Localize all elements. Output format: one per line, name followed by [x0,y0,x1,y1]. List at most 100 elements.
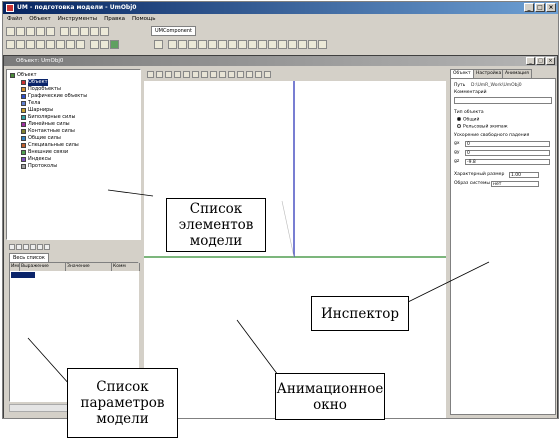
params-edit-icon[interactable] [16,244,22,250]
copy-icon[interactable] [26,40,35,49]
params-sort-icon[interactable] [44,244,50,250]
tree-item[interactable]: Тела [21,100,40,107]
tree-item[interactable]: Общие силы [21,135,61,142]
object-close-button[interactable]: × [546,57,555,65]
zoom-in-icon[interactable] [192,71,199,78]
open-file-icon[interactable] [16,27,25,36]
minimize-button[interactable]: _ [524,3,534,12]
joint-tool-icon[interactable] [178,40,187,49]
zoom-out-icon[interactable] [201,71,208,78]
tree-item[interactable]: Объект [21,79,48,86]
chart-icon[interactable] [90,27,99,36]
tree-item[interactable]: Протоколы [21,163,57,170]
tree-item[interactable]: Графические объекты [21,93,87,100]
tab-settings[interactable]: Настройка [473,69,505,78]
tree-item[interactable]: Шарниры [21,107,53,114]
axes-icon[interactable] [219,71,226,78]
properties-icon[interactable] [76,40,85,49]
undo-icon[interactable] [46,40,55,49]
dropdown-icon[interactable] [100,27,109,36]
menu-help[interactable]: Помощь [132,14,155,24]
gy-field[interactable]: 0 [465,150,550,156]
build-icon[interactable] [90,40,99,49]
tree-item[interactable]: Объект [10,72,37,79]
menu-edit[interactable]: Правка [104,14,125,24]
six-dof-icon[interactable] [218,40,227,49]
pointer-icon[interactable] [154,40,163,49]
compile-icon[interactable] [100,40,109,49]
pan-icon[interactable] [174,71,181,78]
tree-item[interactable]: Линейные силы [21,121,70,128]
tree-item[interactable]: Внешние связи [21,149,68,156]
object-minimize-button[interactable]: _ [526,57,535,65]
tree-item[interactable]: Подобъекты [21,86,61,93]
params-add-icon[interactable] [9,244,15,250]
maximize-button[interactable]: □ [535,3,545,12]
menu-object[interactable]: Объект [29,14,51,24]
save-icon[interactable] [26,27,35,36]
translational-joint-icon[interactable] [198,40,207,49]
view-options-icon[interactable] [255,71,262,78]
tree-item[interactable]: Специальные силы [21,142,79,149]
grid-icon[interactable] [70,27,79,36]
window-icon[interactable] [60,27,69,36]
generalized-joint-icon[interactable] [208,40,217,49]
comment-field[interactable] [454,97,552,104]
tree-item[interactable]: Контактные силы [21,128,75,135]
color-icon[interactable] [246,71,253,78]
params-up-icon[interactable] [30,244,36,250]
render-icon[interactable] [264,71,271,78]
tree-item[interactable]: Индексы [21,156,51,163]
column-comment[interactable]: Комм [112,263,140,271]
radio-general[interactable]: Общий [457,117,479,124]
special-force-icon[interactable] [278,40,287,49]
menu-tools[interactable]: Инструменты [58,14,97,24]
component-tab[interactable]: UMComponent [151,26,197,36]
gz-field[interactable]: -9.8 [465,159,550,165]
column-value[interactable]: Значение [66,263,112,271]
tool-icon[interactable] [318,40,327,49]
close-button[interactable]: × [546,3,556,12]
char-size-field[interactable]: 1.00 [509,172,539,178]
fit-icon[interactable] [210,71,217,78]
rotate-icon[interactable] [165,71,172,78]
column-name[interactable]: Имя [10,263,20,271]
tab-animation[interactable]: Анимация [502,69,532,78]
print-icon[interactable] [46,27,55,36]
camera-icon[interactable] [80,27,89,36]
body-tool-icon[interactable] [168,40,177,49]
delete-icon[interactable] [66,40,75,49]
select-body-icon[interactable] [156,71,163,78]
step-back-icon[interactable] [6,40,15,49]
column-expression[interactable]: Выражение [20,263,66,271]
view-menu-icon[interactable] [147,71,154,78]
object-maximize-button[interactable]: □ [536,57,545,65]
sensor-icon[interactable] [308,40,317,49]
selected-cell[interactable] [11,272,35,278]
zoom-icon[interactable] [183,71,190,78]
save-as-icon[interactable] [36,27,45,36]
radio-rail[interactable]: Рельсовый экипаж [457,124,508,131]
menu-file[interactable]: Файл [7,14,22,24]
redo-icon[interactable] [56,40,65,49]
light-icon[interactable] [237,71,244,78]
gx-field[interactable]: 0 [465,141,550,147]
general-force-icon[interactable] [268,40,277,49]
image-icon[interactable] [298,40,307,49]
run-icon[interactable] [110,40,119,49]
params-down-icon[interactable] [37,244,43,250]
grid-view-icon[interactable] [228,71,235,78]
rotational-joint-icon[interactable] [188,40,197,49]
linear-force-icon[interactable] [248,40,257,49]
cut-icon[interactable] [16,40,25,49]
coord-select[interactable]: нет [491,181,539,187]
new-file-icon[interactable] [6,27,15,36]
params-delete-icon[interactable] [23,244,29,250]
tab-all-list[interactable]: Весь список [9,253,49,262]
spring-icon[interactable] [228,40,237,49]
tab-object[interactable]: Объект [450,69,474,78]
subsystem-icon[interactable] [288,40,297,49]
paste-icon[interactable] [36,40,45,49]
contact-force-icon[interactable] [258,40,267,49]
tree-item[interactable]: Биполярные силы [21,114,75,121]
